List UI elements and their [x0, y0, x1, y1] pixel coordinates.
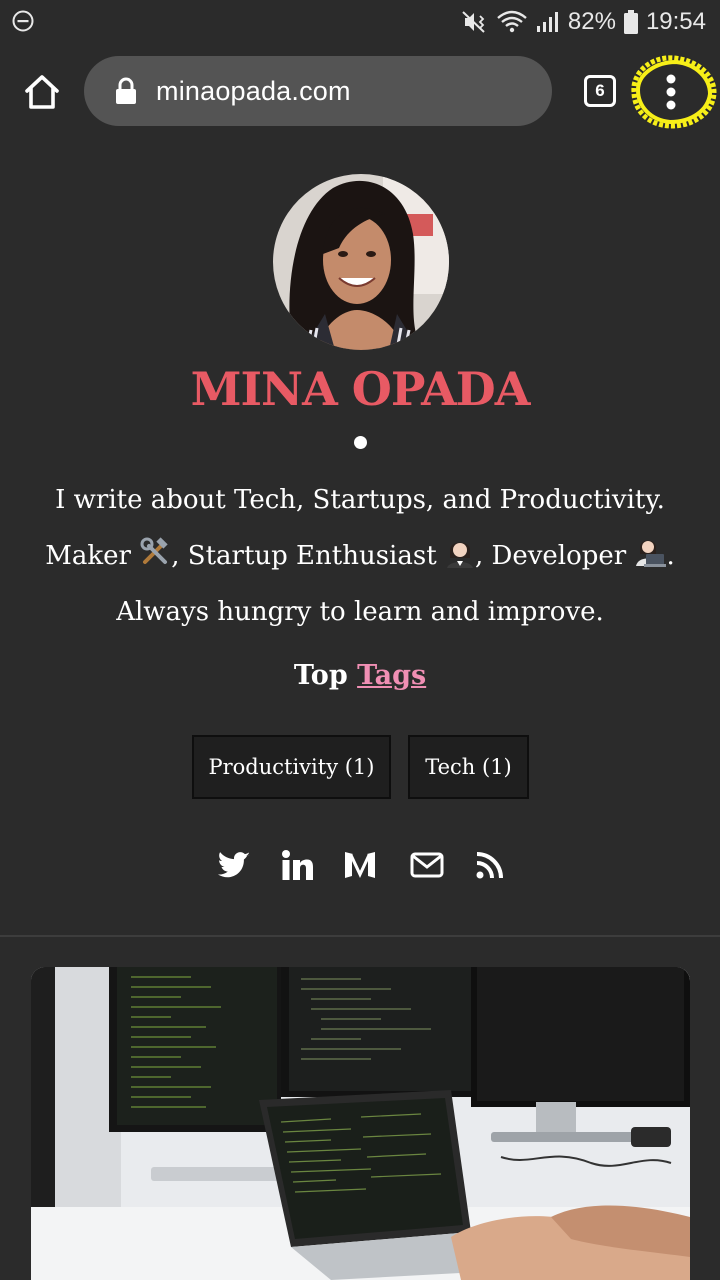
address-bar[interactable]: minaopada.com [84, 56, 552, 126]
bio-developer: , Developer [474, 541, 635, 571]
office-worker-emoji [446, 542, 473, 568]
post-cover-image[interactable] [31, 967, 690, 1280]
social-links [0, 845, 720, 885]
url-text: minaopada.com [156, 75, 351, 106]
mute-vibrate-icon [462, 11, 485, 33]
tags-link[interactable]: Tags [357, 660, 426, 691]
author-name[interactable]: MINA OPADA [0, 362, 720, 416]
twitter-icon[interactable] [214, 845, 254, 885]
tag-tech[interactable]: Tech (1) [408, 735, 529, 799]
battery-icon [623, 10, 638, 34]
section-divider [0, 935, 720, 937]
computer-desk-photo [31, 967, 690, 1280]
bio-line-1: I write about Tech, Startups, and Produc… [55, 485, 665, 515]
tag-productivity[interactable]: Productivity (1) [192, 735, 391, 799]
top-tags-heading: Top Tags [0, 660, 720, 691]
menu-dots-icon[interactable] [622, 44, 720, 140]
bio-line-2: Maker , Startup Enthusiast , Developer . [0, 528, 720, 584]
lock-icon [116, 77, 136, 104]
do-not-disturb-icon [12, 10, 34, 32]
medium-icon[interactable] [340, 845, 380, 885]
home-icon[interactable] [20, 70, 64, 114]
email-icon[interactable] [407, 845, 447, 885]
bio-line-3: Always hungry to learn and improve. [116, 597, 604, 627]
signal-icon [536, 12, 558, 32]
tab-count: 6 [595, 81, 605, 100]
rss-icon[interactable] [470, 845, 510, 885]
bio-startup: , Startup Enthusiast [171, 541, 445, 571]
tabs-switcher-button[interactable]: 6 [584, 75, 616, 107]
wifi-icon [497, 10, 527, 33]
avatar-photo [273, 174, 449, 350]
tag-label: Tech (1) [425, 755, 512, 779]
linkedin-icon[interactable] [277, 845, 317, 885]
separator-dot [354, 436, 367, 449]
browser-toolbar: minaopada.com 6 [0, 44, 720, 140]
bio-end: . [666, 541, 675, 571]
hammer-wrench-emoji [140, 537, 168, 564]
tag-label: Productivity (1) [208, 755, 375, 779]
top-tags-prefix: Top [293, 660, 358, 691]
technologist-emoji [636, 540, 667, 567]
battery-percent: 82% [567, 8, 616, 35]
clock-time: 19:54 [645, 8, 706, 35]
profile-avatar [273, 174, 449, 350]
status-bar: 82% 19:54 [0, 0, 720, 44]
author-bio: I write about Tech, Startups, and Produc… [0, 472, 720, 640]
bio-maker: Maker [45, 541, 140, 571]
